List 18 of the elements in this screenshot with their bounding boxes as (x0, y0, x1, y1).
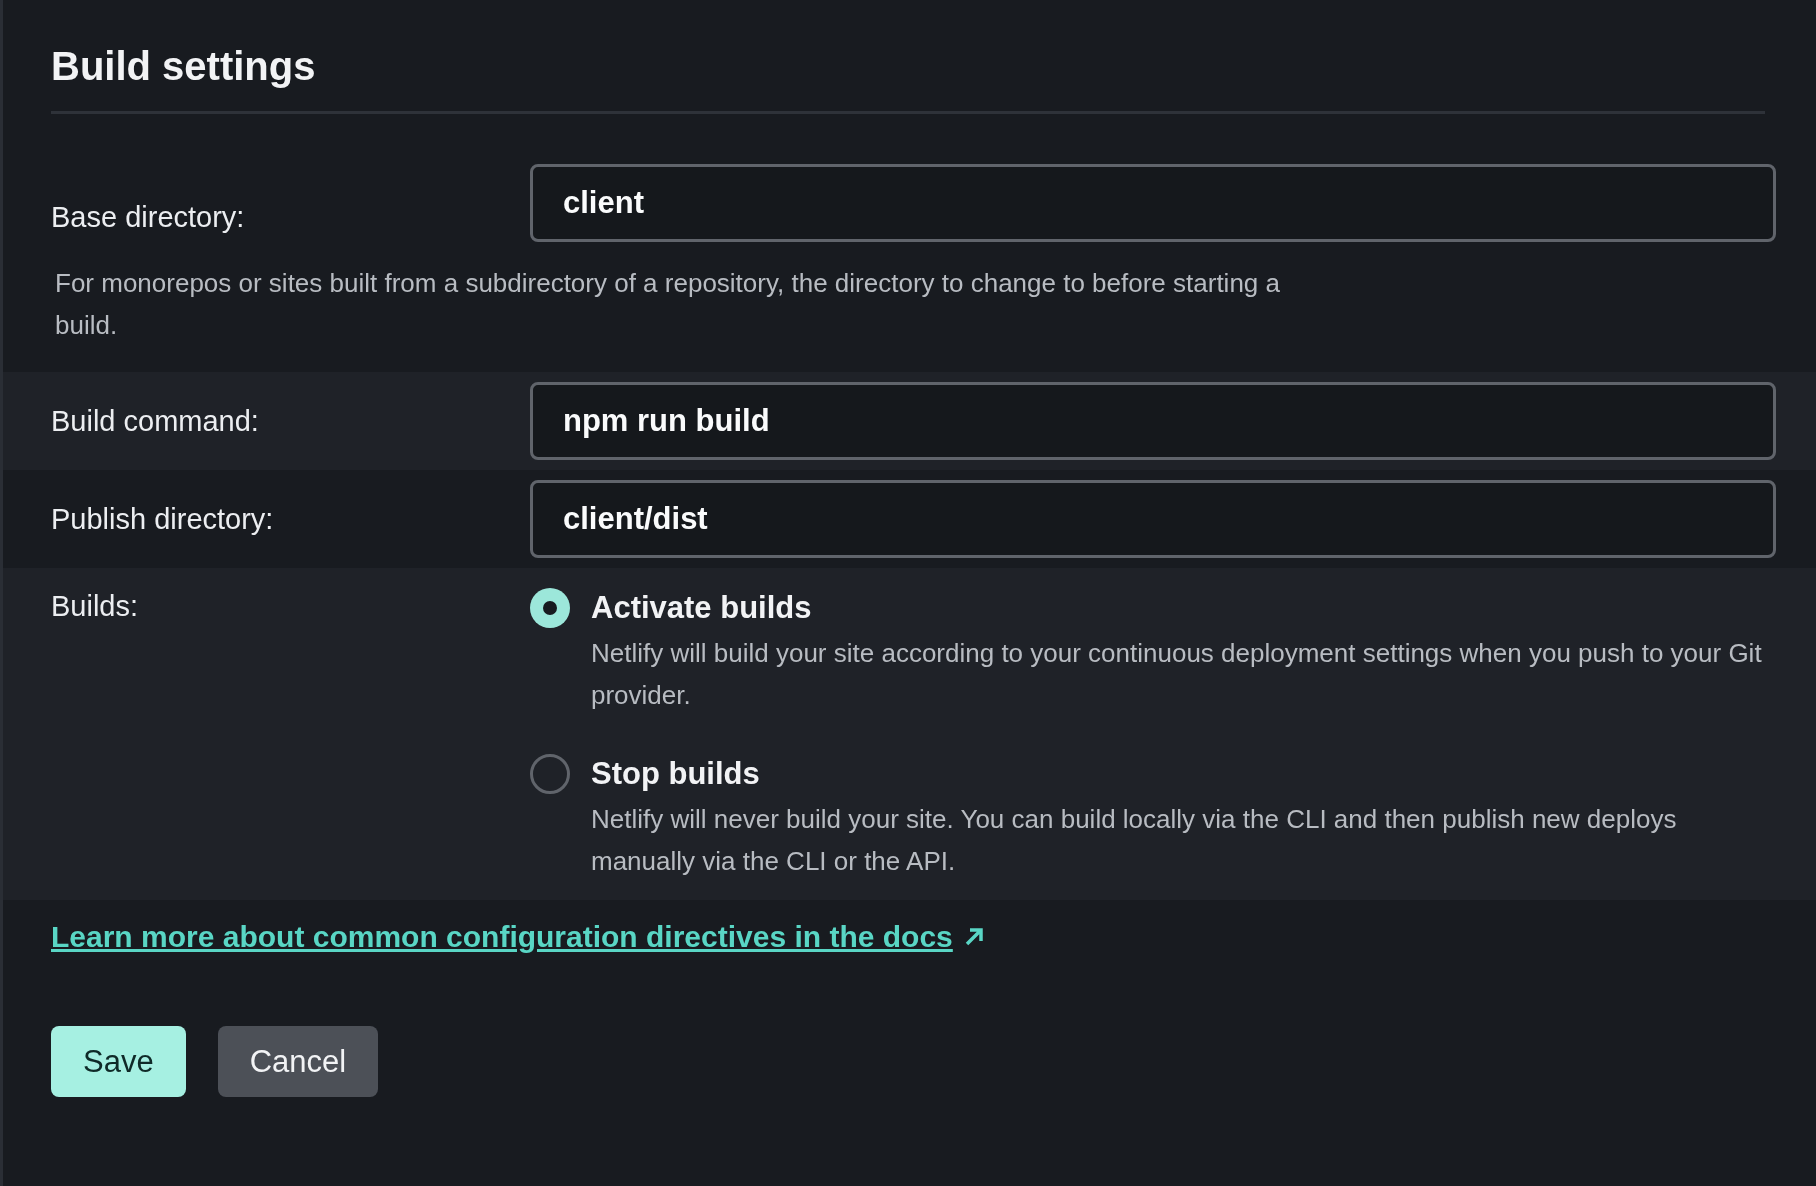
field-label: Base directory: (51, 201, 246, 235)
option-description: Netlify will never build your site. You can build locally via the CLI and then publish new deploys manually via the CLI or the API. (591, 803, 1678, 878)
option-description: Netlify will build your site according to your continuous deployment settings when you push to your Git provider. (591, 637, 1763, 712)
field-label: Builds: (51, 590, 140, 624)
help-text: For monorepos or sites built from a subdirectory of a repository, the directory to change to before starting a build. (54, 267, 1281, 342)
option-title: Stop builds (591, 756, 761, 792)
docs-link[interactable]: Learn more about common configuration directives in the docs (51, 920, 953, 954)
save-button[interactable]: Save (51, 1026, 186, 1097)
cancel-button[interactable]: Cancel (217, 1026, 379, 1097)
field-label: Build command: (51, 404, 260, 438)
radio-button[interactable] (530, 588, 570, 628)
radio-button[interactable] (530, 754, 570, 794)
input-field[interactable]: npm run build (530, 382, 1776, 460)
input-field[interactable]: client/dist (530, 480, 1776, 558)
option-title: Activate builds (591, 590, 813, 626)
field-label: Publish directory: (51, 502, 275, 536)
input-field[interactable]: client (530, 164, 1776, 242)
section-title: Build settings (51, 44, 1765, 114)
